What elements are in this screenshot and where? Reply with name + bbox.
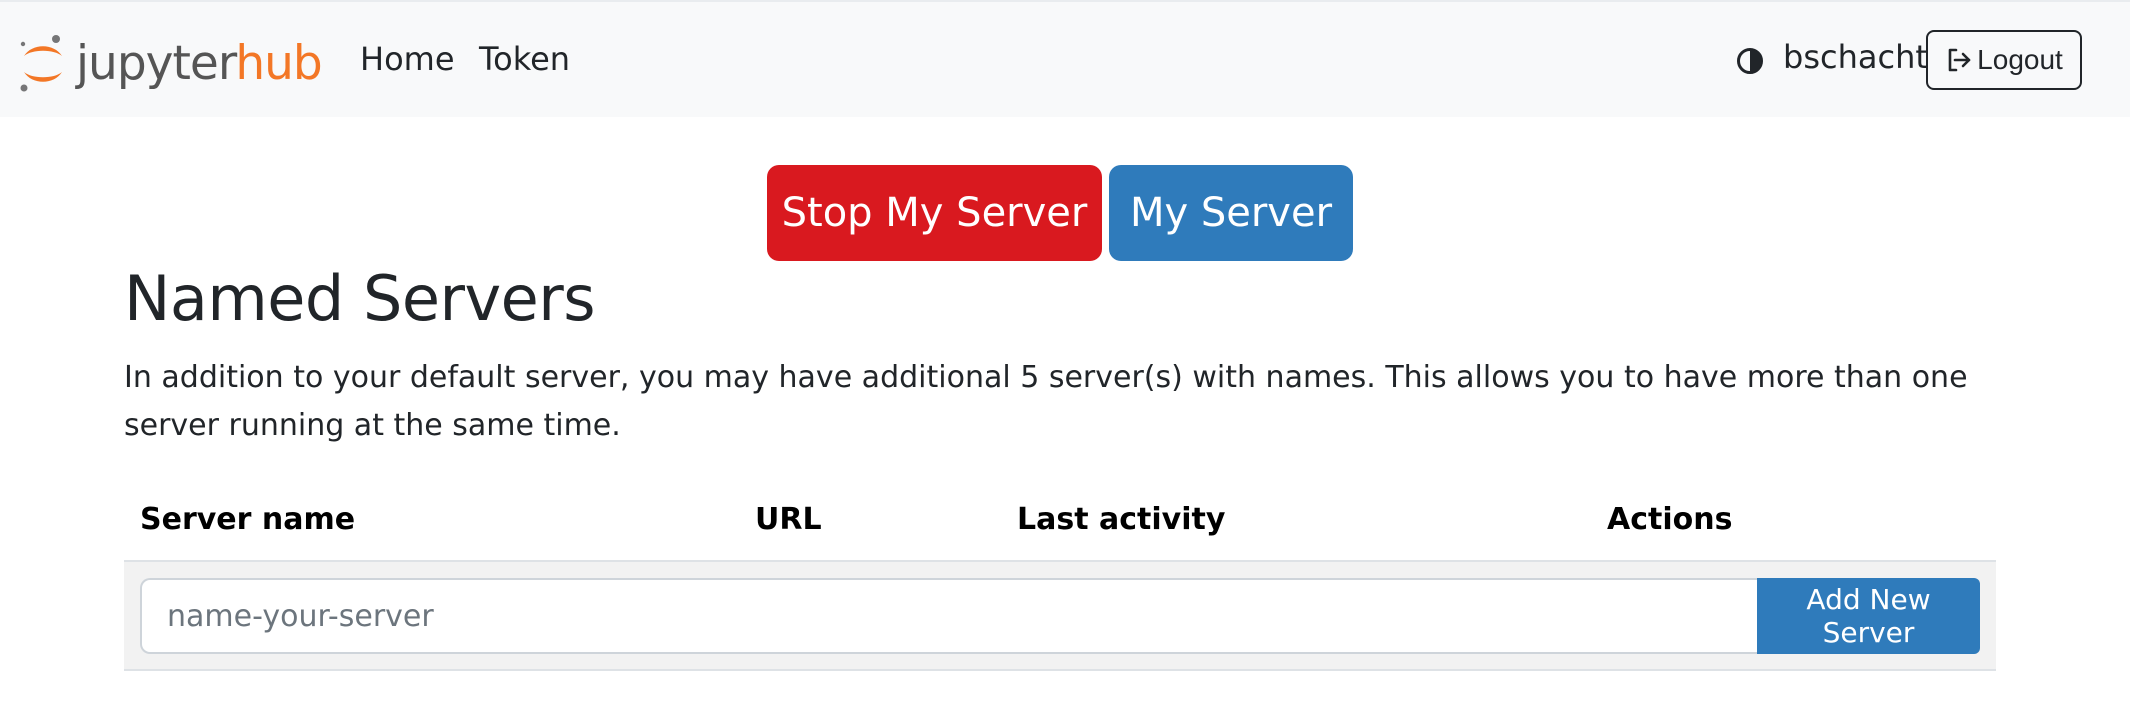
brand-name-hub: hub bbox=[235, 35, 322, 91]
logout-button[interactable]: Logout bbox=[1926, 30, 2082, 90]
jupyterhub-logo[interactable]: jupyterhub bbox=[18, 32, 323, 94]
brand-name: jupyterhub bbox=[76, 40, 323, 87]
named-servers-description: In addition to your default server, you … bbox=[124, 360, 1968, 443]
named-servers-heading: Named Servers bbox=[124, 262, 596, 335]
brand-name-jupyter: jupyter bbox=[76, 35, 236, 91]
navbar: jupyterhub Home Token bschacht Logout bbox=[0, 0, 2130, 117]
stop-my-server-button[interactable]: Stop My Server bbox=[767, 165, 1102, 261]
contrast-icon[interactable] bbox=[1736, 47, 1764, 75]
server-name-input[interactable] bbox=[140, 578, 1760, 654]
jupyter-logo-icon bbox=[20, 35, 62, 92]
column-header-actions: Actions bbox=[1607, 502, 1733, 537]
column-header-last-activity: Last activity bbox=[1017, 502, 1226, 537]
sign-out-icon bbox=[1948, 48, 1971, 72]
add-new-server-button[interactable]: Add New Server bbox=[1757, 578, 1980, 654]
logout-label: Logout bbox=[1977, 44, 2063, 75]
nav-home-link[interactable]: Home bbox=[360, 40, 455, 78]
username-label: bschacht bbox=[1783, 38, 1928, 76]
column-header-server-name: Server name bbox=[140, 502, 356, 537]
nav-token-link[interactable]: Token bbox=[479, 40, 570, 78]
column-header-url: URL bbox=[755, 502, 822, 537]
my-server-button[interactable]: My Server bbox=[1109, 165, 1353, 261]
